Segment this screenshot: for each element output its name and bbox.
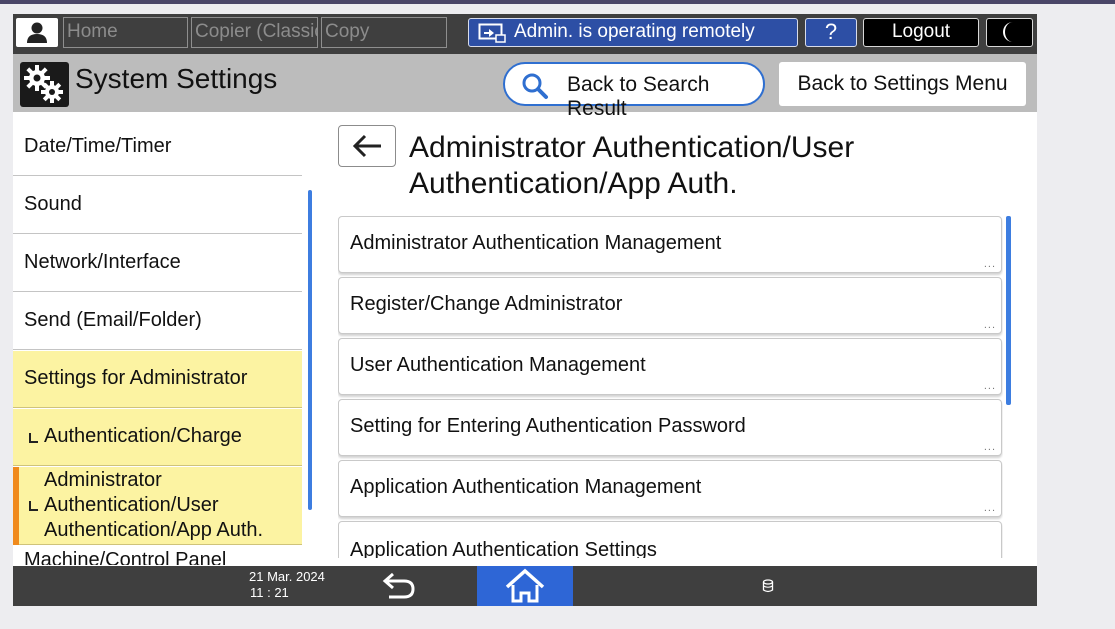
back-to-search-result-button[interactable]: Back to Search Result xyxy=(503,62,765,120)
sidebar-item-label: Authentication/Charge xyxy=(44,425,242,447)
list-item[interactable]: Register/Change Administrator ... xyxy=(338,277,1002,334)
settings-list: Administrator Authentication Management … xyxy=(338,216,1003,558)
label-line: Authentication/App Auth. xyxy=(44,519,264,541)
back-to-settings-menu-button[interactable]: Back to Settings Menu xyxy=(779,62,1026,106)
gears-icon xyxy=(24,65,63,103)
undo-button[interactable] xyxy=(371,570,427,602)
back-arrow-icon xyxy=(352,134,381,158)
home-icon xyxy=(505,568,545,603)
list-item-label: Application Authentication Management xyxy=(350,476,702,498)
user-icon xyxy=(27,22,47,43)
energy-saver-button[interactable] xyxy=(986,18,1033,47)
header-bar: System Settings Back to Search Result Ba… xyxy=(13,54,1037,120)
sidebar-item-authentication-charge[interactable]: Authentication/Charge xyxy=(13,409,302,466)
list-item-label: User Authentication Management xyxy=(350,354,646,376)
more-indicator: ... xyxy=(983,380,996,392)
list-item-label: Register/Change Administrator xyxy=(350,293,623,315)
copy-tab[interactable]: Copy xyxy=(321,17,447,48)
back-arrow-button[interactable] xyxy=(338,125,396,167)
bottom-bar: 21 Mar. 2024 11 : 21 xyxy=(13,566,1037,606)
more-indicator: ... xyxy=(983,502,996,514)
sidebar-item-label: Sound xyxy=(24,193,82,215)
date-text: 21 Mar. 2024 xyxy=(249,569,325,584)
subitem-corner-icon xyxy=(29,501,38,511)
panel-screen: Home Copier (Classic) Copy Admin. is ope… xyxy=(13,14,1037,606)
home-tab[interactable]: Home xyxy=(63,17,188,48)
remote-admin-status[interactable]: Admin. is operating remotely xyxy=(468,18,798,47)
sidebar-item-send-email-folder[interactable]: Send (Email/Folder) xyxy=(13,293,302,350)
list-item-label: Application Authentication Settings xyxy=(350,539,657,558)
home-button[interactable] xyxy=(477,566,573,606)
active-indicator xyxy=(13,467,19,545)
label-line: Administrator xyxy=(44,469,162,491)
list-item[interactable]: Application Authentication Management ..… xyxy=(338,460,1002,517)
settings-sidebar: Date/Time/Timer Sound Network/Interface … xyxy=(13,119,302,565)
sidebar-item-date-time-timer[interactable]: Date/Time/Timer xyxy=(13,119,302,176)
list-item-label: Administrator Authentication Management xyxy=(350,232,722,254)
remote-admin-icon xyxy=(478,23,506,43)
list-item-label: Setting for Entering Authentication Pass… xyxy=(350,415,746,437)
system-settings-tile xyxy=(20,62,69,107)
back-to-search-result-label: Back to Search Result xyxy=(567,73,710,120)
search-icon xyxy=(522,73,548,99)
sidebar-item-label: Date/Time/Timer xyxy=(24,135,172,157)
sidebar-item-admin-user-app-auth[interactable]: Administrator Authentication/User Authen… xyxy=(13,467,302,545)
more-indicator: ... xyxy=(983,258,996,270)
sidebar-item-label: Send (Email/Folder) xyxy=(24,309,202,331)
content-title: Administrator Authentication/User Authen… xyxy=(409,130,949,202)
time-text: 11 : 21 xyxy=(250,585,289,600)
user-button[interactable] xyxy=(16,18,58,47)
sidebar-item-machine-control-panel[interactable]: Machine/Control Panel xyxy=(13,546,302,565)
help-button[interactable]: ? xyxy=(805,18,857,47)
sidebar-item-label: Settings for Administrator xyxy=(24,367,248,389)
content-scrollbar[interactable] xyxy=(1006,216,1011,405)
sidebar-item-label: Network/Interface xyxy=(24,251,181,273)
sidebar-item-settings-for-administrator[interactable]: Settings for Administrator xyxy=(13,351,302,408)
sidebar-scrollbar[interactable] xyxy=(308,190,312,510)
date-time: 21 Mar. 2024 11 : 21 xyxy=(249,569,325,601)
status-bar: Home Copier (Classic) Copy Admin. is ope… xyxy=(13,14,1037,54)
undo-icon xyxy=(382,572,415,599)
title-line: Authentication/App Auth. xyxy=(409,167,738,200)
remote-admin-label: Admin. is operating remotely xyxy=(514,21,755,42)
logout-button[interactable]: Logout xyxy=(863,18,979,47)
sidebar-item-label: Administrator Authentication/User Authen… xyxy=(44,468,263,543)
sidebar-item-sound[interactable]: Sound xyxy=(13,177,302,234)
title-line: Administrator Authentication/User xyxy=(409,131,855,164)
label-line: Authentication/User xyxy=(44,494,219,516)
more-indicator: ... xyxy=(983,319,996,331)
window-top-border xyxy=(0,0,1115,4)
list-item[interactable]: Administrator Authentication Management … xyxy=(338,216,1002,273)
more-indicator: ... xyxy=(983,441,996,453)
list-item[interactable]: Setting for Entering Authentication Pass… xyxy=(338,399,1002,456)
moon-icon xyxy=(1003,22,1013,42)
list-item[interactable]: Application Authentication Settings xyxy=(338,521,1002,558)
storage-icon xyxy=(762,579,774,593)
list-item[interactable]: User Authentication Management ... xyxy=(338,338,1002,395)
subitem-corner-icon xyxy=(29,433,38,443)
sidebar-item-label: Machine/Control Panel xyxy=(24,549,227,565)
sidebar-item-network-interface[interactable]: Network/Interface xyxy=(13,235,302,292)
copier-classic-tab[interactable]: Copier (Classic) xyxy=(191,17,318,48)
page-title: System Settings xyxy=(75,63,278,94)
